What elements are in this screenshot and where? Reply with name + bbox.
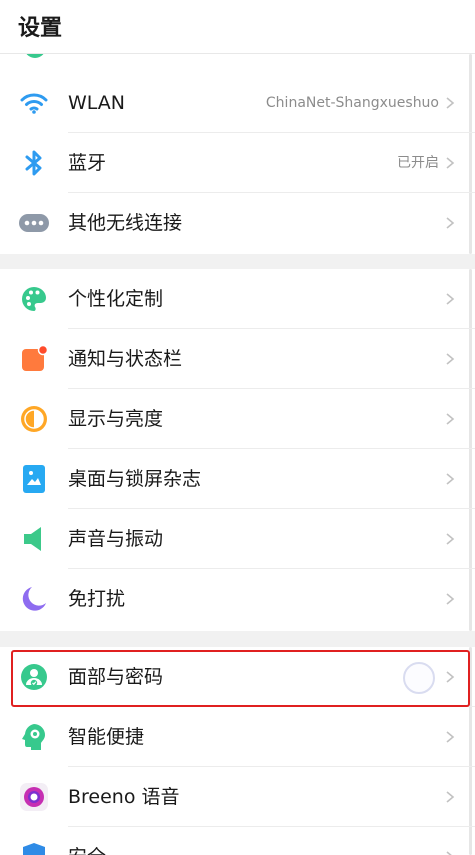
moon-icon bbox=[18, 584, 50, 614]
settings-item-label: 个性化定制 bbox=[68, 288, 164, 310]
chevron-right-icon bbox=[446, 353, 455, 365]
settings-item-label: 蓝牙 bbox=[68, 152, 107, 174]
settings-item-label: 声音与振动 bbox=[68, 528, 164, 550]
notification-icon bbox=[18, 344, 50, 374]
settings-item-bluetooth[interactable]: 蓝牙 已开启 bbox=[0, 133, 475, 193]
smart-assist-icon bbox=[18, 722, 50, 752]
settings-item-label: WLAN bbox=[68, 92, 126, 114]
settings-item-label: 其他无线连接 bbox=[68, 212, 183, 234]
bluetooth-icon bbox=[18, 148, 50, 178]
settings-item-wallpaper[interactable]: 桌面与锁屏杂志 bbox=[0, 449, 475, 509]
settings-item-display[interactable]: 显示与亮度 bbox=[0, 389, 475, 449]
connections-group: WLAN ChinaNet-Shangxueshuo 蓝牙 已开启 其他无线连接 bbox=[0, 54, 475, 254]
more-connections-icon bbox=[18, 208, 50, 238]
settings-item-label: 通知与状态栏 bbox=[68, 348, 183, 370]
settings-item-do-not-disturb[interactable]: 免打扰 bbox=[0, 569, 475, 629]
settings-item-wlan[interactable]: WLAN ChinaNet-Shangxueshuo bbox=[0, 73, 475, 133]
settings-item-security[interactable]: 安全 bbox=[0, 827, 475, 855]
settings-item-sound[interactable]: 声音与振动 bbox=[0, 509, 475, 569]
settings-item-label: 智能便捷 bbox=[68, 726, 145, 748]
chevron-right-icon bbox=[446, 473, 455, 485]
chevron-right-icon bbox=[446, 217, 455, 229]
chevron-right-icon bbox=[446, 851, 452, 855]
settings-item-label: 显示与亮度 bbox=[68, 408, 164, 430]
settings-item-label: 安全 bbox=[68, 827, 106, 855]
chevron-right-icon bbox=[446, 791, 455, 803]
sound-icon bbox=[18, 524, 50, 554]
chevron-right-icon bbox=[446, 413, 455, 425]
settings-item-label: 桌面与锁屏杂志 bbox=[68, 468, 202, 490]
settings-item-breeno[interactable]: Breeno 语音 bbox=[0, 767, 475, 827]
bluetooth-status: 已开启 bbox=[397, 155, 439, 171]
wifi-icon bbox=[18, 88, 50, 118]
wallpaper-icon bbox=[18, 464, 50, 494]
settings-item-other-wireless[interactable]: 其他无线连接 bbox=[0, 193, 475, 253]
security-icon bbox=[18, 842, 50, 855]
settings-item-personalization[interactable]: 个性化定制 bbox=[0, 269, 475, 329]
settings-item-label: Breeno 语音 bbox=[68, 786, 180, 808]
wlan-network-name: ChinaNet-Shangxueshuo bbox=[265, 95, 439, 111]
section-gap bbox=[0, 631, 475, 647]
page-title: 设置 bbox=[18, 16, 63, 41]
settings-item-smart-assist[interactable]: 智能便捷 bbox=[0, 707, 475, 767]
brightness-icon bbox=[18, 404, 50, 434]
section-gap bbox=[0, 254, 475, 269]
chevron-right-icon bbox=[446, 97, 455, 109]
palette-icon bbox=[18, 284, 50, 314]
chevron-right-icon bbox=[446, 593, 455, 605]
breeno-icon bbox=[18, 782, 50, 812]
chevron-right-icon bbox=[446, 157, 455, 169]
personalization-group: 个性化定制 通知与状态栏 显示与亮度 桌面与锁屏杂志 声音与振动 免打扰 bbox=[0, 269, 475, 631]
highlight-box bbox=[11, 650, 470, 707]
settings-item-notification[interactable]: 通知与状态栏 bbox=[0, 329, 475, 389]
settings-item-label: 免打扰 bbox=[68, 588, 126, 610]
chevron-right-icon bbox=[446, 533, 455, 545]
chevron-right-icon bbox=[446, 293, 455, 305]
app-header: 设置 bbox=[0, 0, 475, 54]
chevron-right-icon bbox=[446, 731, 455, 743]
